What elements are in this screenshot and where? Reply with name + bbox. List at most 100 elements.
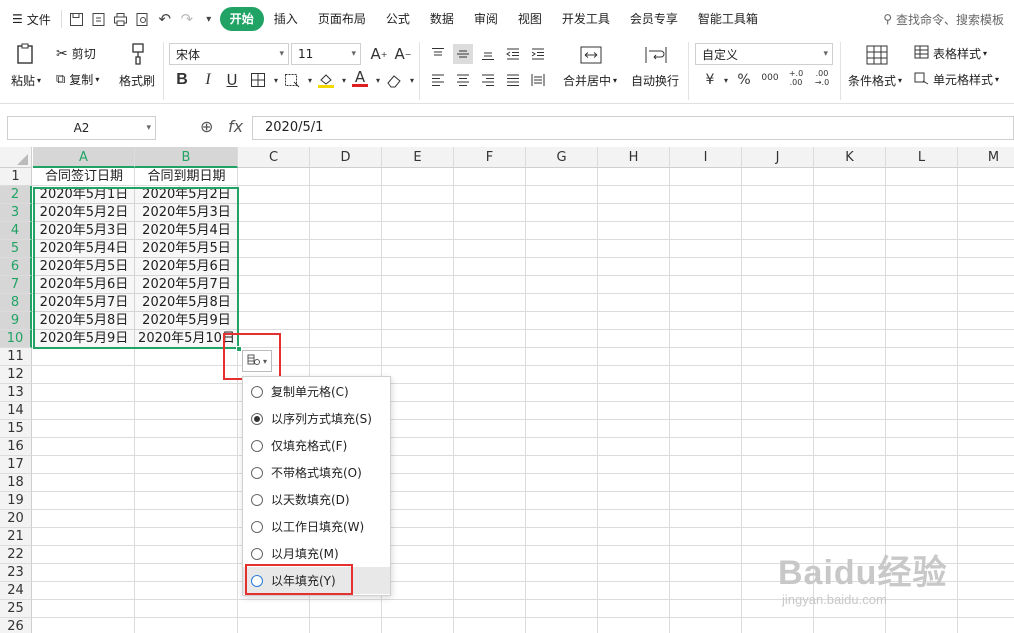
fx-icon[interactable]: fx xyxy=(228,117,243,136)
option-copy-cells[interactable]: 复制单元格(C) xyxy=(243,378,390,405)
row-header-21[interactable]: 21 xyxy=(0,528,32,546)
row-header-8[interactable]: 8 xyxy=(0,294,32,312)
fill-color-icon[interactable] xyxy=(316,70,336,90)
column-header-a[interactable]: A xyxy=(33,147,135,168)
column-header-k[interactable]: K xyxy=(814,147,886,168)
print-preview-icon[interactable] xyxy=(132,8,154,30)
wrap-text-button[interactable]: 自动换行 xyxy=(631,72,679,89)
tab-smart-tools[interactable]: 智能工具箱 xyxy=(688,7,768,31)
save-icon[interactable] xyxy=(66,8,88,30)
header-cell-b1[interactable]: 合同到期日期 xyxy=(135,168,238,186)
font-color-icon[interactable]: A xyxy=(350,68,370,88)
column-header-d[interactable]: D xyxy=(310,147,382,168)
tab-developer[interactable]: 开发工具 xyxy=(552,7,620,31)
increase-font-icon[interactable]: A + xyxy=(369,44,389,64)
column-header-e[interactable]: E xyxy=(382,147,454,168)
tab-page-layout[interactable]: 页面布局 xyxy=(308,7,376,31)
wrap-text-icon[interactable] xyxy=(643,43,669,67)
bold-icon[interactable]: B xyxy=(172,70,192,90)
row-header-4[interactable]: 4 xyxy=(0,222,32,240)
row-header-20[interactable]: 20 xyxy=(0,510,32,528)
row-header-19[interactable]: 19 xyxy=(0,492,32,510)
cell-style-button[interactable]: 单元格样式 ▾ xyxy=(914,71,999,88)
increase-decimal-icon[interactable]: +.0 .00 xyxy=(784,68,808,88)
font-name-select[interactable]: 宋体 ▾ xyxy=(169,43,289,65)
decrease-decimal-icon[interactable]: .00 →.0 xyxy=(810,68,834,88)
row-header-22[interactable]: 22 xyxy=(0,546,32,564)
column-header-c[interactable]: C xyxy=(238,147,310,168)
chevron-down-icon[interactable]: ▾ xyxy=(198,8,220,30)
select-all-corner[interactable] xyxy=(0,147,32,168)
chevron-down-icon[interactable]: ▾ xyxy=(716,70,736,90)
undo-icon[interactable]: ↶ xyxy=(154,8,176,30)
decrease-indent-icon[interactable] xyxy=(503,44,523,64)
name-box[interactable]: A2 ▾ xyxy=(7,116,156,140)
align-right-icon[interactable] xyxy=(478,70,498,90)
row-header-6[interactable]: 6 xyxy=(0,258,32,276)
number-format-select[interactable]: 自定义 ▾ xyxy=(695,43,833,65)
tab-formulas[interactable]: 公式 xyxy=(376,7,420,31)
distributed-icon[interactable] xyxy=(528,70,548,90)
copy-button[interactable]: ⧉ 复制 ▾ xyxy=(56,71,99,88)
option-fill-weekdays[interactable]: 以工作日填充(W) xyxy=(243,513,390,540)
decrease-font-icon[interactable]: A − xyxy=(393,44,413,64)
header-cell-a1[interactable]: 合同签订日期 xyxy=(33,168,135,186)
column-header-l[interactable]: L xyxy=(886,147,958,168)
conditional-format-button[interactable]: 条件格式 ▾ xyxy=(848,72,902,89)
row-header-25[interactable]: 25 xyxy=(0,600,32,618)
paste-icon[interactable] xyxy=(14,42,38,66)
column-header-j[interactable]: J xyxy=(742,147,814,168)
eraser-icon[interactable] xyxy=(384,70,404,90)
option-fill-series[interactable]: 以序列方式填充(S) xyxy=(243,405,390,432)
font-size-select[interactable]: 11 ▾ xyxy=(291,43,361,65)
row-header-3[interactable]: 3 xyxy=(0,204,32,222)
column-header-m[interactable]: M xyxy=(958,147,1014,168)
redo-icon[interactable]: ↷ xyxy=(176,8,198,30)
column-header-f[interactable]: F xyxy=(454,147,526,168)
align-bottom-icon[interactable] xyxy=(478,44,498,64)
merge-center-icon[interactable] xyxy=(578,43,604,67)
row-header-13[interactable]: 13 xyxy=(0,384,32,402)
conditional-format-icon[interactable] xyxy=(864,43,890,67)
row-header-2[interactable]: 2 xyxy=(0,186,32,204)
cut-button[interactable]: ✂ 剪切 xyxy=(56,45,96,62)
row-header-14[interactable]: 14 xyxy=(0,402,32,420)
underline-icon[interactable]: U xyxy=(222,70,242,90)
option-fill-formatting-only[interactable]: 仅填充格式(F) xyxy=(243,432,390,459)
row-header-16[interactable]: 16 xyxy=(0,438,32,456)
option-fill-months[interactable]: 以月填充(M) xyxy=(243,540,390,567)
align-left-icon[interactable] xyxy=(428,70,448,90)
cell-style-icon[interactable] xyxy=(282,70,302,90)
align-top-icon[interactable] xyxy=(428,44,448,64)
tab-view[interactable]: 视图 xyxy=(508,7,552,31)
merge-center-button[interactable]: 合并居中 ▾ xyxy=(563,72,617,89)
format-painter-icon[interactable] xyxy=(126,42,150,66)
tab-review[interactable]: 审阅 xyxy=(464,7,508,31)
zoom-search-icon[interactable]: ⊕ xyxy=(200,117,213,136)
column-header-b[interactable]: B xyxy=(135,147,238,168)
column-header-i[interactable]: I xyxy=(670,147,742,168)
tab-data[interactable]: 数据 xyxy=(420,7,464,31)
thousands-separator-icon[interactable]: 000 xyxy=(758,68,782,88)
row-header-26[interactable]: 26 xyxy=(0,618,32,633)
column-header-h[interactable]: H xyxy=(598,147,670,168)
row-header-24[interactable]: 24 xyxy=(0,582,32,600)
tab-member[interactable]: 会员专享 xyxy=(620,7,688,31)
row-header-7[interactable]: 7 xyxy=(0,276,32,294)
option-fill-without-formatting[interactable]: 不带格式填充(O) xyxy=(243,459,390,486)
row-header-15[interactable]: 15 xyxy=(0,420,32,438)
export-pdf-icon[interactable] xyxy=(88,8,110,30)
print-icon[interactable] xyxy=(110,8,132,30)
align-middle-icon[interactable] xyxy=(453,44,473,64)
tab-home[interactable]: 开始 xyxy=(219,7,264,31)
align-center-icon[interactable] xyxy=(453,70,473,90)
option-fill-days[interactable]: 以天数填充(D) xyxy=(243,486,390,513)
row-header-11[interactable]: 11 xyxy=(0,348,32,366)
row-header-12[interactable]: 12 xyxy=(0,366,32,384)
row-header-23[interactable]: 23 xyxy=(0,564,32,582)
italic-icon[interactable]: I xyxy=(198,70,218,90)
border-icon[interactable] xyxy=(248,70,268,90)
row-header-10[interactable]: 10 xyxy=(0,330,32,348)
row-header-1[interactable]: 1 xyxy=(0,168,32,186)
increase-indent-icon[interactable] xyxy=(528,44,548,64)
